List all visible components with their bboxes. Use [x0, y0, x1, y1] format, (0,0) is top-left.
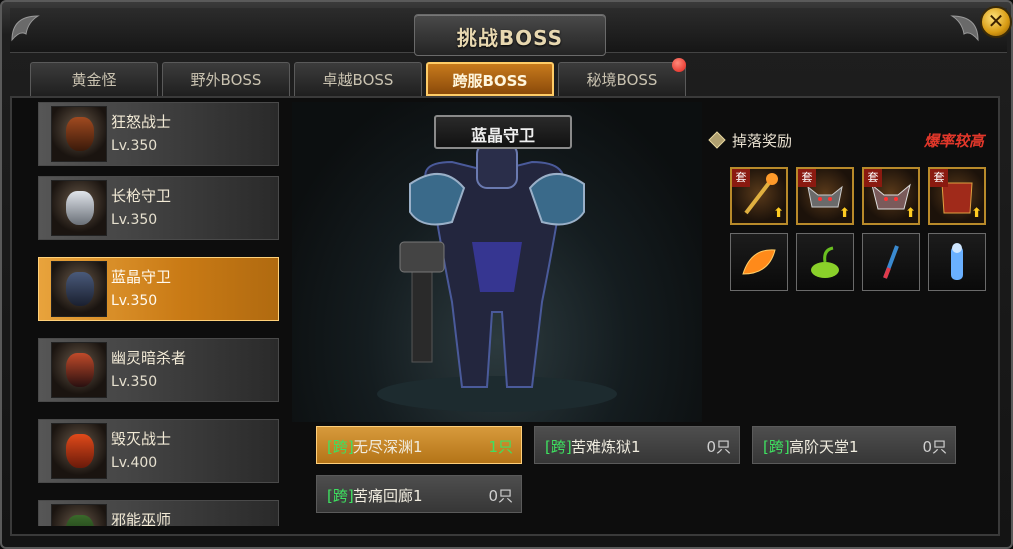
upgrade-arrow-icon: ⬆	[971, 206, 982, 221]
boss-list-item[interactable]: 狂怒战士 Lv.350	[38, 102, 279, 166]
boss-portrait	[51, 504, 107, 526]
drop-item-slot[interactable]: 套 ⬆	[928, 167, 986, 225]
feather-dart-icon	[883, 245, 899, 279]
window-title: 挑战BOSS	[456, 26, 564, 50]
map-button-purgatory[interactable]: [跨] 苦难炼狱1 0只	[534, 426, 740, 464]
drop-item-slot[interactable]: 套 ⬆	[796, 167, 854, 225]
blue-figure-icon	[951, 243, 963, 280]
boss-list-item[interactable]: 邪能巫师	[38, 500, 279, 526]
armored-knight-model	[377, 143, 617, 412]
boss-count: 0只	[922, 438, 947, 456]
boss-model-stage	[292, 102, 702, 422]
boss-name: 幽灵暗杀者	[111, 349, 187, 367]
boss-count: 0只	[488, 487, 513, 505]
map-button-heaven[interactable]: [跨] 高阶天堂1 0只	[752, 426, 956, 464]
high-drop-rate-label: 爆率较高	[923, 132, 984, 150]
drop-rewards-title: 掉落奖励	[732, 132, 793, 150]
set-badge: 套	[930, 169, 948, 187]
boss-challenge-window: 挑战BOSS ✕ 黄金怪 野外BOSS 卓越BOSS 跨服BOSS 秘境BOSS…	[0, 0, 1013, 549]
boss-level: Lv.350	[111, 374, 158, 390]
boss-list[interactable]: 狂怒战士 Lv.350 长枪守卫 Lv.350 蓝晶守卫 Lv.350 幽灵暗杀…	[38, 102, 282, 526]
notification-dot	[672, 58, 686, 72]
corner-ornament-left	[11, 15, 40, 42]
upgrade-arrow-icon: ⬆	[839, 206, 850, 221]
green-seed-icon	[811, 246, 839, 278]
boss-list-item[interactable]: 蓝晶守卫 Lv.350	[38, 257, 279, 321]
map-name: 苦痛回廊1	[353, 487, 423, 505]
boss-count: 1只	[488, 438, 513, 456]
map-button-corridor[interactable]: [跨] 苦痛回廊1 0只	[316, 475, 522, 513]
cross-server-tag: [跨]	[545, 438, 572, 456]
tab-field-boss[interactable]: 野外BOSS	[162, 62, 290, 96]
boss-portrait	[51, 106, 107, 162]
cross-server-tag: [跨]	[327, 487, 354, 505]
tab-elite-boss[interactable]: 卓越BOSS	[294, 62, 422, 96]
map-button-abyss[interactable]: [跨] 无尽深渊1 1只	[316, 426, 522, 464]
upgrade-arrow-icon: ⬆	[773, 206, 784, 221]
boss-level: Lv.350	[111, 138, 158, 154]
tab-secret-realm-boss[interactable]: 秘境BOSS	[558, 62, 686, 96]
upgrade-arrow-icon: ⬆	[905, 206, 916, 221]
boss-level: Lv.400	[111, 455, 158, 471]
boss-level: Lv.350	[111, 293, 158, 309]
tab-golden-monster[interactable]: 黄金怪	[30, 62, 158, 96]
map-name: 无尽深渊1	[353, 438, 423, 456]
boss-portrait	[51, 180, 107, 236]
title-plate: 挑战BOSS	[414, 14, 606, 56]
drop-item-slot[interactable]	[796, 233, 854, 291]
boss-name: 狂怒战士	[111, 113, 172, 131]
orange-leaf-icon	[742, 249, 776, 275]
boss-list-item[interactable]: 毁灭战士 Lv.400	[38, 419, 279, 483]
boss-name-plate: 蓝晶守卫	[434, 115, 572, 149]
drop-item-slot[interactable]: 套 ⬆	[862, 167, 920, 225]
diamond-icon	[708, 131, 726, 149]
boss-name: 长枪守卫	[111, 187, 172, 205]
boss-name: 邪能巫师	[111, 511, 172, 526]
boss-portrait	[51, 261, 107, 317]
boss-level: Lv.350	[111, 212, 158, 228]
close-icon[interactable]: ✕	[988, 9, 1005, 33]
drop-item-slot[interactable]: 套 ⬆	[730, 167, 788, 225]
map-name: 苦难炼狱1	[571, 438, 641, 456]
boss-list-item[interactable]: 长枪守卫 Lv.350	[38, 176, 279, 240]
set-badge: 套	[798, 169, 816, 187]
selected-boss-name: 蓝晶守卫	[470, 126, 535, 145]
drop-item-slot[interactable]	[928, 233, 986, 291]
drop-rewards-header: 掉落奖励 爆率较高	[708, 128, 988, 152]
drop-item-slot[interactable]	[862, 233, 920, 291]
set-badge: 套	[864, 169, 882, 187]
boss-name: 蓝晶守卫	[111, 268, 172, 286]
cross-server-tag: [跨]	[763, 438, 790, 456]
drop-item-slot[interactable]	[730, 233, 788, 291]
cross-server-tag: [跨]	[327, 438, 354, 456]
tab-cross-server-boss[interactable]: 跨服BOSS	[426, 62, 554, 96]
boss-name: 毁灭战士	[111, 430, 172, 448]
set-badge: 套	[732, 169, 750, 187]
boss-count: 0只	[706, 438, 731, 456]
map-name: 高阶天堂1	[789, 438, 859, 456]
corner-ornament-right	[950, 15, 979, 42]
close-button[interactable]: ✕	[980, 6, 1012, 38]
boss-portrait	[51, 342, 107, 398]
boss-portrait	[51, 423, 107, 479]
boss-list-item[interactable]: 幽灵暗杀者 Lv.350	[38, 338, 279, 402]
